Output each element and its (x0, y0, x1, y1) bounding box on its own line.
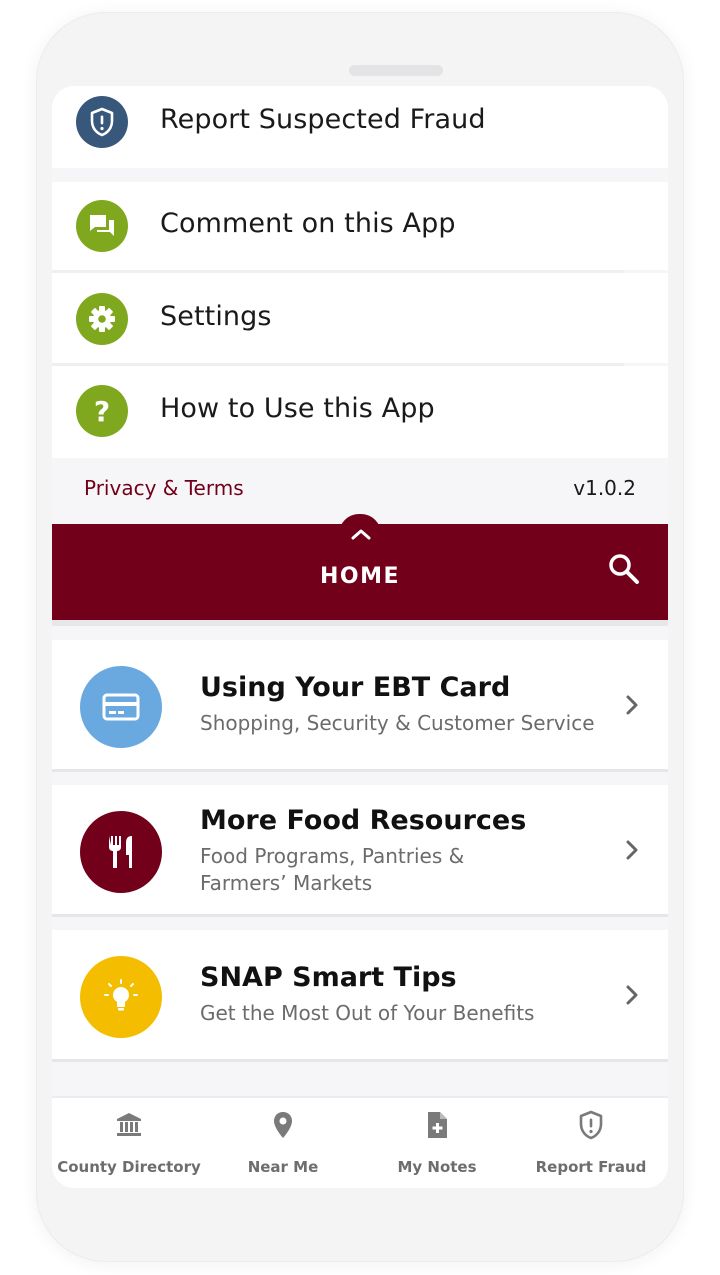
card-food-resources[interactable]: More Food Resources Food Programs, Pantr… (52, 785, 668, 917)
bank-icon (52, 1110, 206, 1138)
nav-label: County Directory (57, 1158, 201, 1176)
menu-item-label: Comment on this App (160, 208, 456, 239)
nav-my-notes[interactable]: My Notes (360, 1098, 514, 1188)
shield-alert-icon (514, 1110, 668, 1140)
app-version: v1.0.2 (573, 476, 636, 500)
credit-card-icon (80, 666, 162, 748)
header-shadow (52, 620, 668, 626)
chevron-right-icon (626, 840, 638, 860)
menu-item-label: How to Use this App (160, 393, 435, 424)
shield-alert-icon (76, 96, 128, 148)
menu-item-report-fraud[interactable]: Report Suspected Fraud (52, 86, 668, 168)
privacy-terms-link[interactable]: Privacy & Terms (84, 476, 244, 500)
home-title: HOME (319, 564, 401, 589)
question-icon: ? (76, 385, 128, 437)
app-screen: Report Suspected Fraud Comment on this A… (52, 86, 668, 1188)
chevron-right-icon (626, 985, 638, 1005)
card-ebt[interactable]: Using Your EBT Card Shopping, Security &… (52, 640, 668, 772)
phone-speaker (349, 65, 443, 76)
card-subtitle: Food Programs, Pantries & Farmers’ Marke… (200, 844, 465, 895)
card-smart-tips[interactable]: SNAP Smart Tips Get the Most Out of Your… (52, 930, 668, 1062)
bottom-nav: County Directory Near Me My Notes Report… (52, 1096, 668, 1188)
nav-report-fraud[interactable]: Report Fraud (514, 1098, 668, 1188)
menu-item-comment[interactable]: Comment on this App (52, 182, 668, 270)
map-pin-icon (206, 1110, 360, 1140)
card-title: More Food Resources (200, 805, 527, 836)
nav-label: Report Fraud (535, 1158, 647, 1176)
fork-knife-icon (80, 811, 162, 893)
chevron-up-icon[interactable] (351, 528, 371, 540)
card-title: SNAP Smart Tips (200, 962, 457, 993)
gear-icon (76, 293, 128, 345)
search-icon[interactable] (607, 552, 641, 586)
nav-county-directory[interactable]: County Directory (52, 1098, 206, 1188)
menu-item-label: Report Suspected Fraud (160, 104, 486, 135)
card-title: Using Your EBT Card (200, 672, 511, 703)
chat-icon (76, 200, 128, 252)
card-subtitle: Get the Most Out of Your Benefits (200, 1001, 535, 1025)
add-note-icon (360, 1110, 514, 1140)
nav-near-me[interactable]: Near Me (206, 1098, 360, 1188)
menu-item-label: Settings (160, 301, 272, 332)
nav-label: Near Me (247, 1158, 319, 1176)
lightbulb-icon (80, 956, 162, 1038)
home-header-bar[interactable]: HOME (52, 514, 668, 620)
menu-item-how-to-use[interactable]: ? How to Use this App (52, 366, 668, 458)
card-subtitle: Shopping, Security & Customer Service (200, 711, 595, 735)
menu-item-settings[interactable]: Settings (52, 273, 668, 363)
nav-label: My Notes (397, 1158, 477, 1176)
chevron-right-icon (626, 695, 638, 715)
